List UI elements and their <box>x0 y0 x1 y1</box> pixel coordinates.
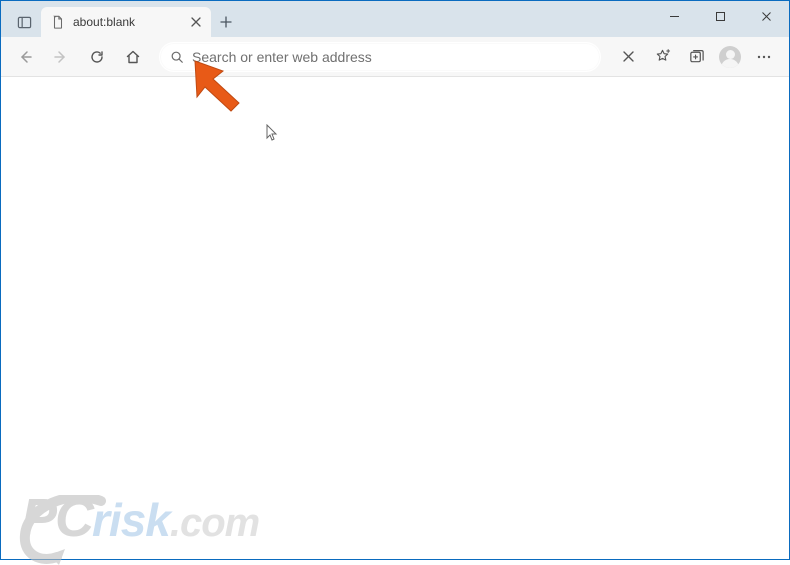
star-plus-icon <box>654 48 671 65</box>
refresh-icon <box>89 49 105 65</box>
favorites-button[interactable] <box>645 41 679 73</box>
home-button[interactable] <box>117 41 149 73</box>
toolbar <box>1 37 789 77</box>
close-icon <box>191 17 201 27</box>
maximize-icon <box>715 11 726 22</box>
tab-close-button[interactable] <box>189 15 203 29</box>
tab-actions-icon <box>17 15 32 30</box>
watermark: PCrisk.com <box>21 487 381 549</box>
browser-window: about:blank <box>0 0 790 560</box>
page-content <box>2 77 788 558</box>
toolbar-right <box>611 41 781 73</box>
avatar-icon <box>719 46 741 68</box>
titlebar: about:blank <box>1 1 789 37</box>
address-input[interactable] <box>192 49 590 65</box>
minimize-icon <box>669 11 680 22</box>
swoosh-icon <box>19 495 109 565</box>
search-icon <box>170 50 184 64</box>
more-icon <box>756 49 772 65</box>
arrow-right-icon <box>53 49 69 65</box>
address-bar[interactable] <box>159 42 601 72</box>
window-maximize-button[interactable] <box>697 1 743 31</box>
x-icon <box>621 49 636 64</box>
home-icon <box>125 49 141 65</box>
new-tab-button[interactable] <box>211 7 241 37</box>
watermark-dotcom: .com <box>170 501 259 545</box>
stop-button[interactable] <box>611 41 645 73</box>
tab-actions-button[interactable] <box>7 7 41 37</box>
page-icon <box>51 15 65 29</box>
window-close-button[interactable] <box>743 1 789 31</box>
refresh-button[interactable] <box>81 41 113 73</box>
tab-strip: about:blank <box>1 1 651 37</box>
profile-button[interactable] <box>713 41 747 73</box>
collections-icon <box>688 48 705 65</box>
browser-tab[interactable]: about:blank <box>41 7 211 37</box>
menu-button[interactable] <box>747 41 781 73</box>
forward-button[interactable] <box>45 41 77 73</box>
tab-title: about:blank <box>73 15 181 29</box>
window-controls <box>651 1 789 31</box>
back-button[interactable] <box>9 41 41 73</box>
window-minimize-button[interactable] <box>651 1 697 31</box>
arrow-left-icon <box>17 49 33 65</box>
plus-icon <box>220 16 232 28</box>
collections-button[interactable] <box>679 41 713 73</box>
close-icon <box>761 11 772 22</box>
